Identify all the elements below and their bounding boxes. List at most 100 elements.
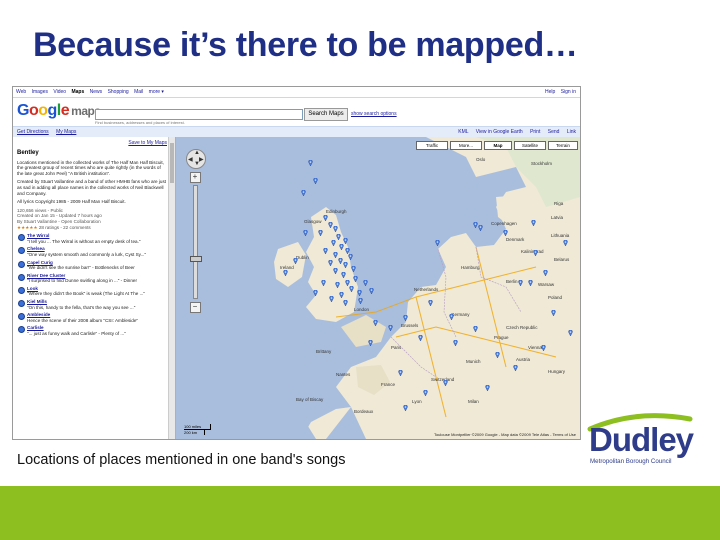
place-list-item[interactable]: Carlisle "... just as funny walk and Carl… (17, 325, 167, 336)
nav-video[interactable]: Video (53, 89, 66, 95)
map-marker-icon[interactable] (551, 310, 556, 316)
map-marker-icon[interactable] (443, 380, 448, 386)
map-marker-icon[interactable] (568, 330, 573, 336)
map-marker-icon[interactable] (283, 270, 288, 276)
pan-left-icon[interactable]: ◀ (188, 156, 193, 163)
map-marker-icon[interactable] (348, 254, 353, 260)
map-marker-icon[interactable] (428, 300, 433, 306)
pan-right-icon[interactable]: ▶ (199, 156, 204, 163)
map-marker-icon[interactable] (303, 230, 308, 236)
map-marker-icon[interactable] (349, 286, 354, 292)
map-type-terrain[interactable]: Terrain (548, 141, 578, 150)
map-marker-icon[interactable] (503, 230, 508, 236)
place-list-item[interactable]: Chelsea "One way system smooth and common… (17, 246, 167, 257)
map-marker-icon[interactable] (341, 272, 346, 278)
print-link[interactable]: Print (530, 129, 540, 135)
view-in-earth-link[interactable]: View in Google Earth (476, 129, 523, 135)
map-marker-icon[interactable] (373, 320, 378, 326)
zoom-slider[interactable] (189, 185, 202, 299)
map-marker-icon[interactable] (318, 230, 323, 236)
zoom-in-button[interactable]: + (189, 172, 201, 183)
map-marker-icon[interactable] (335, 282, 340, 288)
map-marker-icon[interactable] (541, 345, 546, 351)
map-marker-icon[interactable] (339, 244, 344, 250)
zoom-out-button[interactable]: − (189, 302, 201, 313)
send-link[interactable]: Send (548, 129, 560, 135)
rating-stars[interactable]: ★★★★★ (17, 225, 38, 230)
map-marker-icon[interactable] (398, 370, 403, 376)
map-marker-icon[interactable] (435, 240, 440, 246)
map-view[interactable]: Denmark Hamburg Berlin Germany Poland Cz… (176, 137, 580, 439)
map-marker-icon[interactable] (363, 280, 368, 286)
kml-link[interactable]: KML (458, 129, 468, 135)
map-marker-icon[interactable] (331, 240, 336, 246)
place-list-item[interactable]: The Wirral "I tell you ... The Wirral is … (17, 233, 167, 244)
place-list-item[interactable]: River Dee Cluster "I surprised to find Du… (17, 273, 167, 284)
nav-more[interactable]: more ▾ (149, 89, 164, 95)
map-marker-icon[interactable] (478, 225, 483, 231)
map-marker-icon[interactable] (403, 315, 408, 321)
map-marker-icon[interactable] (563, 240, 568, 246)
map-marker-icon[interactable] (543, 270, 548, 276)
link-link[interactable]: Link (567, 129, 576, 135)
zoom-slider-thumb[interactable] (189, 256, 202, 262)
map-marker-icon[interactable] (333, 268, 338, 274)
search-options-link[interactable]: show search options (351, 111, 397, 117)
get-directions-link[interactable]: Get Directions (17, 129, 49, 135)
map-marker-icon[interactable] (313, 178, 318, 184)
nav-news[interactable]: News (90, 89, 103, 95)
map-marker-icon[interactable] (388, 325, 393, 331)
map-marker-icon[interactable] (301, 190, 306, 196)
map-marker-icon[interactable] (351, 266, 356, 272)
sidebar-scrollbar[interactable] (168, 137, 175, 439)
map-marker-icon[interactable] (513, 365, 518, 371)
map-marker-icon[interactable] (336, 234, 341, 240)
map-marker-icon[interactable] (368, 340, 373, 346)
map-marker-icon[interactable] (353, 276, 358, 282)
search-input[interactable] (95, 109, 303, 120)
nav-maps[interactable]: Maps (71, 89, 84, 95)
place-list-item[interactable]: Capel Curig "We didn't see the sunrise ba… (17, 260, 167, 271)
map-type-satellite[interactable]: Satellite (514, 141, 546, 150)
google-maps-logo[interactable]: Google maps (17, 102, 101, 120)
place-list-item[interactable]: Ambleside Hence the scene of their 2008 a… (17, 312, 167, 323)
map-marker-icon[interactable] (358, 298, 363, 304)
map-marker-icon[interactable] (321, 280, 326, 286)
map-marker-icon[interactable] (518, 280, 523, 286)
my-maps-link[interactable]: My Maps (56, 129, 76, 135)
map-marker-icon[interactable] (339, 292, 344, 298)
nav-web[interactable]: Web (16, 89, 26, 95)
map-marker-icon[interactable] (528, 280, 533, 286)
map-marker-icon[interactable] (418, 335, 423, 341)
map-marker-icon[interactable] (357, 290, 362, 296)
map-marker-icon[interactable] (343, 262, 348, 268)
traffic-button[interactable]: Traffic (416, 141, 448, 150)
map-marker-icon[interactable] (533, 250, 538, 256)
pan-control[interactable]: ▲ ▼ ◀ ▶ (186, 149, 206, 169)
nav-images[interactable]: Images (32, 89, 48, 95)
nav-shopping[interactable]: Shopping (108, 89, 129, 95)
map-marker-icon[interactable] (329, 296, 334, 302)
map-marker-icon[interactable] (495, 352, 500, 358)
place-list-item[interactable]: Look "Where they didn't the Book" is weak… (17, 286, 167, 297)
map-marker-icon[interactable] (453, 340, 458, 346)
map-marker-icon[interactable] (403, 405, 408, 411)
map-marker-icon[interactable] (323, 215, 328, 221)
map-type-map[interactable]: Map (484, 141, 512, 150)
more-button[interactable]: More... (450, 141, 482, 150)
map-marker-icon[interactable] (531, 220, 536, 226)
nav-mail[interactable]: Mail (134, 89, 143, 95)
map-marker-icon[interactable] (449, 314, 454, 320)
help-link[interactable]: Help (545, 89, 555, 95)
map-marker-icon[interactable] (343, 300, 348, 306)
map-marker-icon[interactable] (328, 260, 333, 266)
map-marker-icon[interactable] (323, 248, 328, 254)
search-maps-button[interactable]: Search Maps (304, 108, 348, 121)
map-marker-icon[interactable] (313, 290, 318, 296)
scrollbar-thumb[interactable] (170, 143, 174, 183)
map-marker-icon[interactable] (308, 160, 313, 166)
map-marker-icon[interactable] (369, 288, 374, 294)
map-canvas[interactable] (176, 137, 580, 439)
map-marker-icon[interactable] (485, 385, 490, 391)
save-to-my-maps-link[interactable]: Save to My Maps (128, 140, 167, 147)
